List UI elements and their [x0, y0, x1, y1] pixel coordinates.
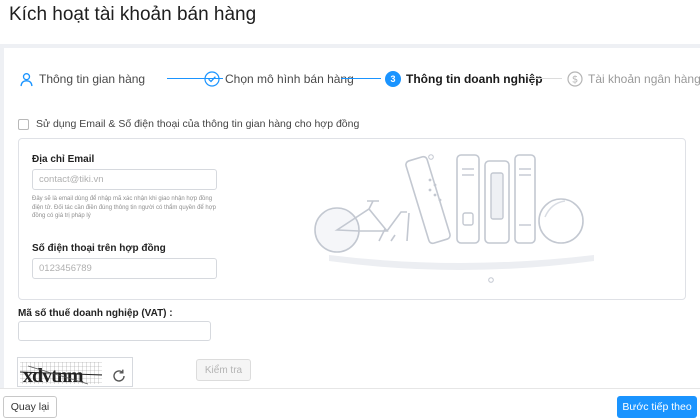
- step-connector-2: [341, 78, 381, 79]
- bicycle: [314, 200, 410, 253]
- check-captcha-button[interactable]: Kiểm tra: [196, 359, 251, 381]
- top-dot: [428, 154, 434, 160]
- bookshelf-illustration: [314, 154, 594, 283]
- tax-code-input[interactable]: [18, 321, 211, 341]
- step-sales-model[interactable]: Chọn mô hình bán hàng: [204, 68, 354, 90]
- shelf-dot: [488, 277, 494, 283]
- phone-label: Số điện thoại trên hợp đồng: [32, 243, 166, 254]
- user-icon: [18, 71, 34, 87]
- back-button[interactable]: Quay lại: [3, 396, 57, 418]
- step-business-info[interactable]: 3 Thông tin doanh nghiệp: [385, 68, 543, 90]
- email-hint: Đây sẽ là email dùng để nhập mã xác nhận…: [32, 196, 217, 219]
- header-bar: Kích hoạt tài khoản bán hàng: [0, 0, 700, 44]
- activation-form-card: Thông tin gian hàng Chọn mô hình bán hàn…: [4, 48, 700, 388]
- svg-text:$: $: [572, 75, 578, 86]
- step-bank-account[interactable]: $ Tài khoản ngân hàng: [567, 68, 700, 90]
- book-2: [484, 160, 510, 244]
- book-3: [514, 154, 536, 244]
- use-store-contact-label: Sử dụng Email & Số điện thoại của thông …: [36, 118, 360, 130]
- ball: [538, 198, 584, 244]
- book-1: [456, 154, 480, 244]
- stepper: Thông tin gian hàng Chọn mô hình bán hàn…: [18, 68, 700, 90]
- dollar-circle-icon: $: [567, 71, 583, 87]
- email-label: Địa chỉ Email: [32, 154, 95, 165]
- step-business-info-label: Thông tin doanh nghiệp: [406, 72, 543, 86]
- book-leaning: [405, 155, 451, 245]
- step-store-info-label: Thông tin gian hàng: [39, 72, 146, 86]
- step-number-badge: 3: [385, 71, 401, 87]
- footer-bar: Quay lại Bước tiếp theo: [0, 388, 700, 420]
- shelf-shadow: [329, 255, 594, 270]
- contact-panel: Địa chỉ Email Đây sẽ là email dùng để nh…: [18, 138, 686, 300]
- tax-code-label: Mã số thuế doanh nghiệp (VAT) :: [18, 308, 173, 319]
- use-store-contact-row[interactable]: Sử dụng Email & Số điện thoại của thông …: [18, 118, 359, 130]
- phone-input[interactable]: [32, 258, 217, 279]
- refresh-captcha-icon[interactable]: [111, 368, 127, 384]
- step-store-info[interactable]: Thông tin gian hàng: [18, 68, 145, 90]
- step-sales-model-label: Chọn mô hình bán hàng: [225, 72, 354, 86]
- svg-text:xdvtnm: xdvtnm: [23, 365, 84, 387]
- step-bank-account-label: Tài khoản ngân hàng: [588, 72, 700, 86]
- page-title: Kích hoạt tài khoản bán hàng: [9, 4, 257, 25]
- email-input[interactable]: [32, 169, 217, 190]
- next-step-button[interactable]: Bước tiếp theo: [617, 396, 697, 418]
- check-circle-icon: [204, 71, 220, 87]
- step-connector-3: [528, 78, 562, 79]
- use-store-contact-checkbox[interactable]: [18, 118, 29, 130]
